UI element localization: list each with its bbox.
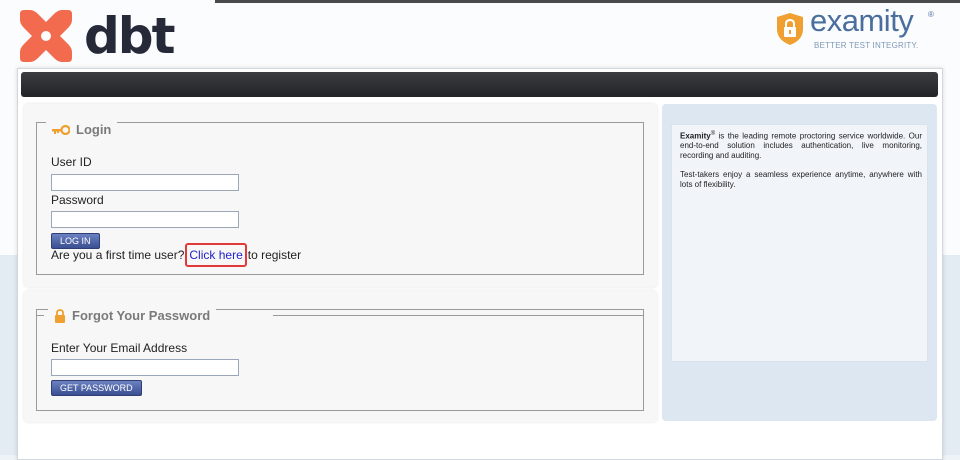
dbt-logo: dbt <box>16 6 175 66</box>
register-prefix-text: Are you a first time user? <box>51 248 185 262</box>
info-paragraph-1: Examity® is the leading remote proctorin… <box>680 130 922 160</box>
examity-wordmark: examity <box>810 3 914 38</box>
dbt-x-icon <box>20 10 72 62</box>
examity-tagline: BETTER TEST INTEGRITY. <box>814 41 919 50</box>
login-legend: Login <box>46 122 118 137</box>
user-id-label: User ID <box>51 155 92 169</box>
lock-icon <box>55 308 65 323</box>
user-id-input[interactable] <box>51 174 239 191</box>
forgot-legend: Forgot Your Password <box>48 308 217 323</box>
email-input[interactable] <box>51 359 239 376</box>
info-brand: Examity <box>680 131 711 141</box>
email-label: Enter Your Email Address <box>51 341 188 355</box>
login-button[interactable]: LOG IN <box>51 233 100 249</box>
fieldset-top-border-left <box>36 315 44 316</box>
password-input[interactable] <box>51 211 239 228</box>
examity-logo: examity ® BETTER TEST INTEGRITY. <box>776 3 946 52</box>
login-legend-text: Login <box>76 122 112 137</box>
forgot-password-section: Forgot Your Password Enter Your Email Ad… <box>24 291 657 422</box>
panel-header-bar <box>21 72 938 97</box>
register-prompt: Are you a first time user? Click here to r… <box>51 243 302 267</box>
forgot-legend-text: Forgot Your Password <box>72 308 211 323</box>
dbt-wordmark: dbt <box>84 7 175 65</box>
info-card: Examity® is the leading remote proctorin… <box>671 124 928 362</box>
login-section: Login User ID Password LOG IN Are you a … <box>24 104 657 287</box>
fieldset-top-border-right <box>273 315 644 316</box>
shield-lock-icon <box>777 13 803 45</box>
register-link[interactable]: Click here <box>185 243 247 267</box>
info-paragraph-2: Test-takers enjoy a seamless experience … <box>680 170 922 189</box>
get-password-button[interactable]: GET PASSWORD <box>51 380 142 396</box>
examity-registered-mark: ® <box>928 10 934 19</box>
password-label: Password <box>51 193 104 207</box>
key-icon <box>52 124 70 135</box>
register-suffix-text: to register <box>247 248 302 262</box>
info-sidebar: Examity® is the leading remote proctorin… <box>662 104 937 421</box>
info-paragraph-1-text: is the leading remote proctoring service… <box>680 131 922 160</box>
info-text: Examity® is the leading remote proctorin… <box>680 130 922 199</box>
